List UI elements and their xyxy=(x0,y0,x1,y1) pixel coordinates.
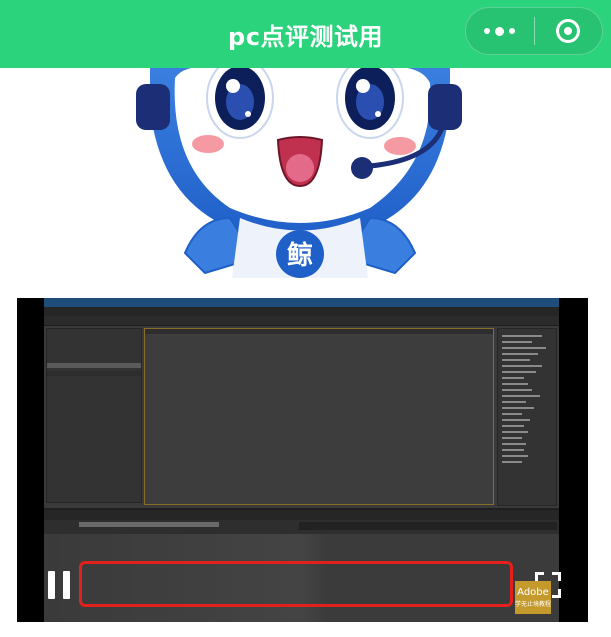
badge-line1: Adobe xyxy=(517,586,549,598)
app-header: pc点评测试用 xyxy=(0,0,611,68)
frame-composition-panel xyxy=(144,328,494,505)
whale-mascot-icon: 鲸 xyxy=(136,68,462,278)
video-player[interactable]: Adobe 学无止境教程 xyxy=(17,298,588,622)
fullscreen-icon xyxy=(535,572,544,581)
close-button[interactable] xyxy=(535,8,603,54)
more-button[interactable] xyxy=(466,8,534,54)
frame-menubar xyxy=(44,307,559,316)
frame-toolbar xyxy=(44,316,559,326)
frame-titlebar xyxy=(44,298,559,307)
mini-program-capsule xyxy=(465,7,603,55)
frame-effects-panel xyxy=(497,328,557,506)
mascot-chest-char: 鲸 xyxy=(287,240,313,271)
frame-project-panel xyxy=(46,328,142,503)
pause-icon xyxy=(48,571,55,599)
adobe-watermark-badge: Adobe 学无止境教程 xyxy=(515,581,551,614)
more-dots-icon xyxy=(484,26,516,36)
badge-line2: 学无止境教程 xyxy=(515,600,552,608)
close-target-icon xyxy=(556,19,581,43)
progress-bar-highlight[interactable] xyxy=(79,561,513,607)
pause-button[interactable] xyxy=(48,571,70,599)
page-title: pc点评测试用 xyxy=(228,22,383,51)
